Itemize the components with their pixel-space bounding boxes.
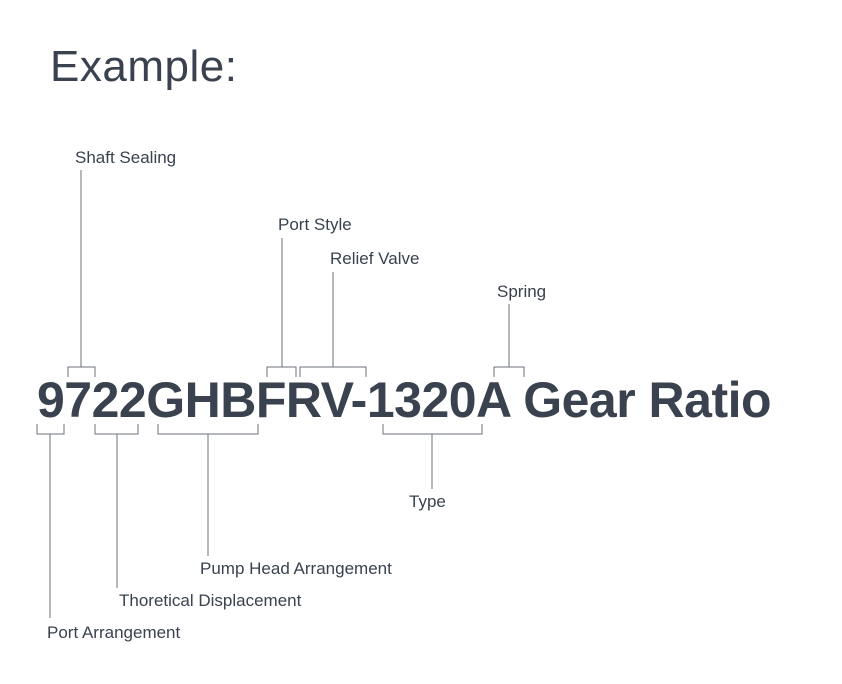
model-code: 9722GHBFRV-1320A Gear Ratio	[37, 371, 771, 429]
connector-lines	[0, 0, 842, 684]
label-spring: Spring	[497, 282, 546, 302]
label-relief-valve: Relief Valve	[330, 249, 419, 269]
label-theoretical-displacement: Thoretical Displacement	[119, 591, 301, 611]
label-shaft-sealing: Shaft Sealing	[75, 148, 176, 168]
heading-example: Example:	[50, 42, 237, 92]
label-port-arrangement: Port Arrangement	[47, 623, 180, 643]
label-type: Type	[409, 492, 446, 512]
label-pump-head-arrangement: Pump Head Arrangement	[200, 559, 392, 579]
label-port-style: Port Style	[278, 215, 352, 235]
